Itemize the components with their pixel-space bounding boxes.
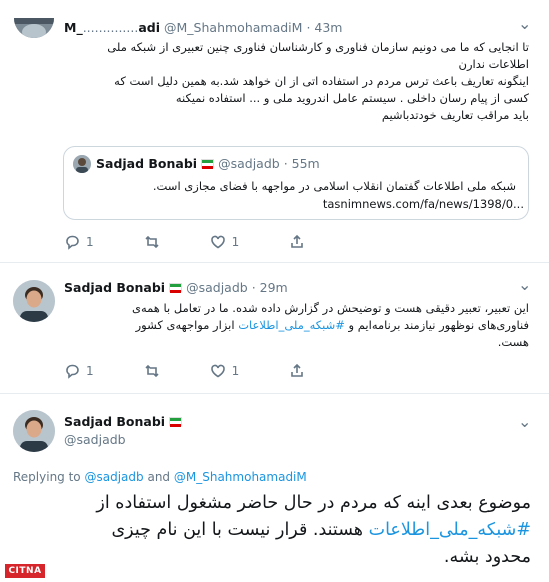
tweet-3[interactable]: Sadjad Bonabi @sadjadb ⌄ Replying to @sa… xyxy=(0,394,549,582)
tweet-3-header: Sadjad Bonabi xyxy=(64,414,183,429)
retweet-icon xyxy=(145,364,159,378)
avatar[interactable] xyxy=(14,18,54,38)
avatar[interactable] xyxy=(13,280,55,322)
retweet-icon xyxy=(145,235,159,249)
replying-to: Replying to @sadjadb and @M_Shahmohamadi… xyxy=(13,470,307,484)
more-options-icon[interactable]: ⌄ xyxy=(518,275,532,294)
like-count: 1 xyxy=(231,364,240,378)
iran-flag-icon xyxy=(169,283,183,293)
reply-count: 1 xyxy=(86,235,94,249)
avatar-image xyxy=(73,155,91,173)
tweet-2-body: این تعبیر، تعبیر دقیقی هست و توضیحش در گ… xyxy=(64,300,529,351)
tweet-3-line: #شبکه_ملی_اطلاعات هستند. قرار نیست با ای… xyxy=(10,517,531,544)
author-name[interactable]: Sadjad Bonabi xyxy=(64,280,165,295)
citna-watermark-logo: CITNA xyxy=(5,564,45,578)
author-handle[interactable]: @sadjadb xyxy=(64,432,126,447)
reply-count: 1 xyxy=(86,364,94,378)
quoted-avatar xyxy=(73,155,91,173)
reply-button[interactable]: 1 xyxy=(64,363,94,379)
mention-link[interactable]: @M_ShahmohamadiM xyxy=(174,470,307,484)
author-name[interactable]: Sadjad Bonabi xyxy=(64,414,165,429)
more-options-icon[interactable]: ⌄ xyxy=(518,14,532,33)
author-handle[interactable]: @M_ShahmohamadiM xyxy=(164,20,302,35)
tweet-2-actions: 1 1 xyxy=(64,363,355,379)
quoted-tweet[interactable]: Sadjad Bonabi @sadjadb · 55m شبکه ملی اط… xyxy=(63,146,529,220)
like-button[interactable]: 1 xyxy=(210,363,240,379)
tweet-2[interactable]: Sadjad Bonabi @sadjadb · 29m ⌄ این تعبیر… xyxy=(0,263,549,393)
tweet-1-body: تا انجایی که ما می دونیم سازمان فناوری و… xyxy=(64,39,529,124)
more-options-icon[interactable]: ⌄ xyxy=(518,412,532,431)
quoted-time[interactable]: · 55m xyxy=(284,156,320,171)
tweet-2-line: هست. xyxy=(497,335,529,349)
tweet-1-line: اینگونه تعاریف باعث ترس مردم در استفاده … xyxy=(114,74,529,88)
tweet-time[interactable]: · 29m xyxy=(252,280,288,295)
share-button[interactable] xyxy=(289,363,305,379)
hashtag-link[interactable]: #شبکه_ملی_اطلاعات xyxy=(369,520,531,540)
quoted-author-name[interactable]: Sadjad Bonabi xyxy=(96,156,197,171)
iran-flag-icon xyxy=(201,159,215,169)
replying-label: Replying to xyxy=(13,470,81,484)
tweet-2-header: Sadjad Bonabi @sadjadb · 29m xyxy=(64,280,288,295)
like-button[interactable]: 1 xyxy=(210,234,240,250)
tweet-1[interactable]: M_..............adi @M_ShahmohamadiM · 4… xyxy=(0,0,549,262)
quoted-header: Sadjad Bonabi @sadjadb · 55m xyxy=(96,156,320,171)
tweet-3-body: موضوع بعدی اینه که مردم در حال حاضر مشغو… xyxy=(10,490,531,571)
reply-button[interactable]: 1 xyxy=(64,234,94,250)
avatar-image xyxy=(13,410,55,452)
tweet-2-line: این تعبیر، تعبیر دقیقی هست و توضیحش در گ… xyxy=(131,301,529,315)
mention-link[interactable]: @sadjadb xyxy=(84,470,143,484)
avatar[interactable] xyxy=(13,410,55,452)
text-segment: ابزار مواجهه‌ی کشور xyxy=(135,318,239,332)
tweet-1-line: اطلاعات ندارن xyxy=(458,57,530,71)
author-handle[interactable]: @sadjadb xyxy=(186,280,248,295)
tweet-1-line: تا انجایی که ما می دونیم سازمان فناوری و… xyxy=(107,40,529,54)
share-button[interactable] xyxy=(289,234,305,250)
reply-icon xyxy=(66,235,79,250)
text-segment: هستند. قرار نیست با این نام چیزی xyxy=(111,520,369,540)
quoted-link[interactable]: tasnimnews.com/fa/news/1398/0... xyxy=(319,196,524,213)
tweet-time[interactable]: · 43m xyxy=(306,20,342,35)
quoted-author-handle[interactable]: @sadjadb xyxy=(218,156,280,171)
heart-icon xyxy=(210,235,225,249)
quoted-text: شبکه ملی اطلاعات گفتمان انقلاب اسلامی در… xyxy=(152,179,516,193)
author-name[interactable]: M_..............adi xyxy=(64,20,160,35)
tweet-1-line: کسی از پیام رسان داخلی . سیستم عامل اندر… xyxy=(175,91,529,105)
tweet-2-line: فناوری‌های نوظهور نیازمند برنامه‌ایم و #… xyxy=(64,317,529,334)
text-segment: فناوری‌های نوظهور نیازمند برنامه‌ایم و xyxy=(344,318,529,332)
like-count: 1 xyxy=(231,235,240,249)
hashtag-link[interactable]: #شبکه_ملی_اطلاعات xyxy=(238,318,345,332)
heart-icon xyxy=(210,364,225,378)
retweet-button[interactable] xyxy=(144,363,160,379)
tweet-1-header: M_..............adi @M_ShahmohamadiM · 4… xyxy=(64,20,342,35)
reply-icon xyxy=(66,364,79,379)
retweet-button[interactable] xyxy=(144,234,160,250)
avatar-image xyxy=(14,18,54,38)
tweet-1-actions: 1 1 xyxy=(64,234,355,250)
tweet-3-line: محدود بشه. xyxy=(443,547,531,567)
tweet-3-line: موضوع بعدی اینه که مردم در حال حاضر مشغو… xyxy=(96,493,531,513)
tweet-1-line: باید مراقب تعاریف خودتدباشیم xyxy=(381,108,529,122)
iran-flag-icon xyxy=(169,417,183,427)
share-icon xyxy=(291,234,304,248)
share-icon xyxy=(291,363,304,377)
avatar-image xyxy=(13,280,55,322)
replying-and: and xyxy=(147,470,171,484)
